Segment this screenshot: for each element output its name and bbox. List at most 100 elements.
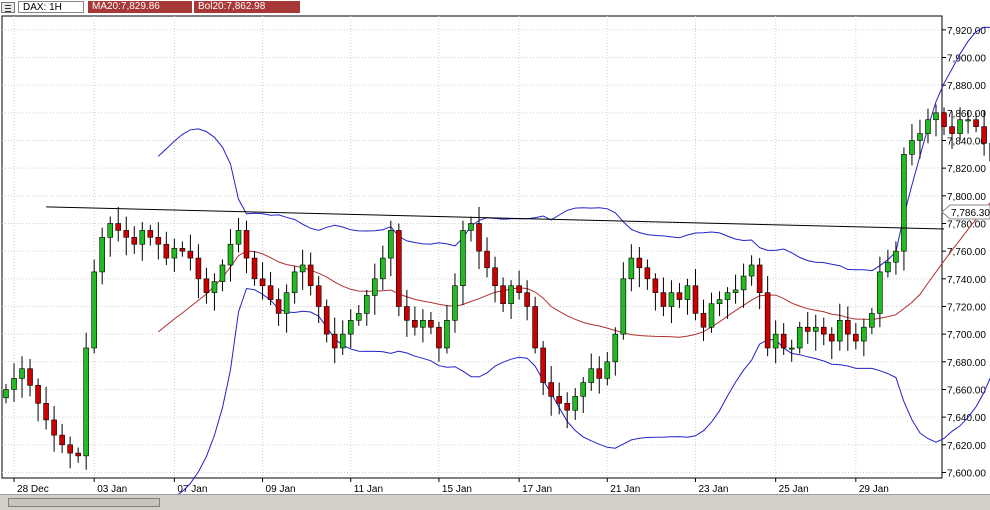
candle-body	[845, 320, 851, 335]
candle-body	[893, 250, 899, 263]
candle-body	[820, 326, 827, 335]
y-tick-label: 7,860.00	[947, 109, 986, 120]
candle-body	[235, 230, 242, 245]
candle-body	[812, 326, 819, 332]
candle-body	[259, 278, 266, 287]
x-axis: 28 Dec 03 Jan 07 Jan 09 Jan 11 Jan 15 Jan 17 J…	[13, 478, 889, 494]
candle-body	[51, 419, 57, 436]
candle-body	[828, 333, 835, 342]
y-tick-label: 7,920.00	[947, 26, 986, 37]
candle-body	[668, 292, 675, 307]
candle-body	[420, 320, 426, 328]
candle-body	[67, 444, 73, 454]
candle-body	[187, 250, 194, 259]
candle-body	[380, 257, 386, 280]
y-tick-label: 7,720.00	[947, 302, 986, 313]
candle-body	[323, 306, 330, 335]
candle-body	[772, 333, 779, 349]
price-chart[interactable]: 7,600.007,620.007,640.007,660.007,680.00…	[0, 0, 990, 494]
candle-body	[59, 434, 65, 446]
y-tick-label: 7,780.00	[947, 219, 986, 230]
candle-body	[99, 237, 105, 273]
candle-body	[195, 257, 202, 280]
candle-body	[75, 452, 81, 457]
candle-body	[556, 396, 562, 404]
candle-body	[500, 285, 506, 305]
candle-body	[211, 281, 218, 293]
candle-body	[604, 361, 611, 379]
candle-body	[628, 257, 635, 280]
candle-body	[933, 112, 939, 121]
candle-body	[540, 347, 546, 383]
candle-body	[756, 264, 763, 293]
candle-body	[291, 271, 298, 293]
candle-body	[219, 264, 226, 282]
candle-body	[684, 285, 691, 300]
candle-body	[299, 264, 306, 273]
candle-body	[436, 326, 442, 349]
candle-body	[740, 275, 747, 291]
candle-body	[363, 295, 370, 314]
candle-body	[227, 243, 234, 266]
candle-body	[516, 285, 522, 293]
y-tick-label: 7,660.00	[947, 385, 986, 396]
candle-body	[788, 347, 795, 350]
x-tick-label: 25 Jan	[779, 484, 809, 494]
candle-body	[596, 368, 603, 379]
scrollbar-thumb[interactable]	[8, 498, 160, 507]
candle-body	[35, 385, 41, 404]
x-tick-label: 17 Jan	[522, 484, 552, 494]
candle-body	[179, 248, 186, 252]
candle-body	[396, 230, 402, 307]
candle-body	[339, 333, 346, 349]
candle-body	[388, 230, 394, 259]
y-tick-label: 7,680.00	[947, 358, 986, 369]
horizontal-scrollbar[interactable]	[0, 494, 990, 510]
x-tick-label: 03 Jan	[97, 484, 127, 494]
candle-body	[861, 326, 867, 342]
x-tick-label: 21 Jan	[610, 484, 640, 494]
candle-body	[203, 278, 210, 293]
x-tick-label: 23 Jan	[698, 484, 728, 494]
candle-body	[115, 223, 122, 231]
price-tag: 7,786.30	[941, 204, 990, 220]
candle-body	[901, 154, 907, 252]
candle-body	[764, 292, 771, 349]
candle-body	[524, 292, 530, 307]
candle-body	[243, 230, 250, 259]
y-tick-label: 7,800.00	[947, 192, 986, 203]
candle-body	[748, 264, 755, 277]
candle-body	[965, 119, 971, 122]
candle-body	[981, 126, 987, 144]
x-tick-label: 09 Jan	[266, 484, 296, 494]
candle-body	[484, 250, 490, 269]
candle-body	[11, 378, 17, 390]
candle-body	[644, 267, 651, 280]
candle-body	[724, 292, 731, 300]
candle-body	[428, 320, 434, 328]
candle-body	[660, 292, 667, 307]
candle-body	[251, 257, 258, 280]
y-tick-label: 7,620.00	[947, 441, 986, 452]
candle-body	[652, 278, 659, 293]
x-tick-label: 28 Dec	[17, 484, 49, 494]
candle	[396, 223, 402, 317]
candle-body	[620, 278, 627, 335]
candle-body	[580, 382, 587, 397]
candle-body	[315, 285, 322, 307]
candle-body	[476, 223, 482, 252]
candle	[91, 259, 97, 354]
candle-body	[83, 347, 89, 457]
candle-body	[139, 230, 146, 245]
candle-body	[331, 333, 338, 349]
y-tick-label: 7,600.00	[947, 468, 986, 479]
y-axis: 7,600.007,620.007,640.007,660.007,680.00…	[942, 26, 986, 479]
candle-body	[612, 333, 619, 363]
price-tag-value: 7,786.30	[951, 208, 990, 219]
candle-body	[147, 230, 154, 238]
candle-body	[452, 285, 458, 321]
candle-body	[780, 333, 787, 349]
candle-body	[564, 403, 570, 411]
candle-body	[372, 278, 378, 296]
y-tick-label: 7,840.00	[947, 136, 986, 147]
